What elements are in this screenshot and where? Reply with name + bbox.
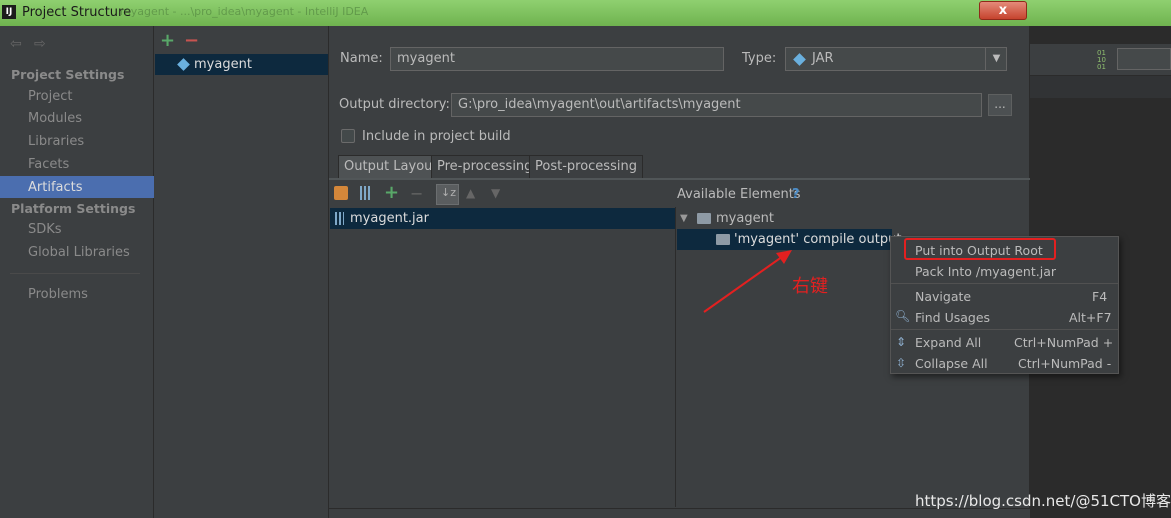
output-directory-label: Output directory:	[339, 97, 450, 112]
type-label: Type:	[742, 51, 777, 66]
available-elements-header: Available Elements	[677, 187, 801, 202]
include-in-build-checkbox[interactable]	[341, 129, 355, 143]
settings-sidebar	[0, 26, 154, 518]
chevron-down-icon[interactable]: ▼	[985, 47, 1007, 71]
output-directory-input[interactable]: G:\pro_idea\myagent\out\artifacts\myagen…	[451, 93, 982, 117]
menu-item-navigate[interactable]: Navigate	[915, 289, 971, 304]
remove-artifact-button[interactable]: −	[184, 30, 199, 51]
artifacts-list-pane	[154, 26, 329, 518]
sort-glyph-icon: ↓z	[441, 186, 456, 199]
output-layout-tree	[329, 207, 676, 507]
tree-item-label: myagent.jar	[350, 211, 429, 226]
available-module-label[interactable]: myagent	[716, 211, 774, 226]
jar-file-icon	[335, 212, 344, 225]
highlight-box	[904, 238, 1056, 260]
sidebar-item-sdks[interactable]: SDKs	[28, 222, 62, 237]
menu-separator	[891, 283, 1118, 284]
close-button[interactable]: x	[979, 1, 1027, 20]
sidebar-item-global-libraries[interactable]: Global Libraries	[28, 245, 130, 260]
create-directory-icon[interactable]	[334, 186, 348, 200]
sidebar-item-problems[interactable]: Problems	[28, 287, 88, 302]
tab-output-layout[interactable]: Output Layout	[338, 155, 444, 178]
expand-triangle-icon[interactable]: ▼	[680, 213, 688, 224]
move-down-icon[interactable]: ▼	[491, 186, 500, 200]
browse-button[interactable]: ...	[988, 94, 1012, 116]
find-usages-icon: 🔍︎	[895, 309, 911, 323]
forward-arrow-icon[interactable]: ⇨	[34, 36, 46, 52]
sidebar-item-facets[interactable]: Facets	[28, 157, 69, 172]
menu-separator	[891, 329, 1118, 330]
artifact-list-item-label: myagent	[194, 57, 252, 72]
project-settings-header: Project Settings	[11, 67, 125, 82]
artifact-name-input[interactable]: myagent	[390, 47, 724, 71]
binary-icon: 01 10 01	[1097, 49, 1106, 71]
include-in-build-label: Include in project build	[362, 129, 511, 144]
menu-item-expand-all[interactable]: Expand All	[915, 335, 981, 350]
background-tab-strip	[1030, 76, 1171, 98]
annotation-arrow	[703, 250, 792, 313]
collapse-all-shortcut: Ctrl+NumPad -	[1018, 356, 1112, 371]
sidebar-divider	[10, 273, 140, 274]
add-element-icon[interactable]: +	[384, 182, 399, 203]
intellij-app-icon: IJ	[2, 5, 16, 19]
menu-item-collapse-all[interactable]: Collapse All	[915, 356, 988, 371]
background-search-field	[1117, 48, 1171, 70]
name-label: Name:	[340, 51, 383, 66]
expand-all-shortcut: Ctrl+NumPad +	[1014, 335, 1114, 350]
tab-underline	[329, 178, 1030, 180]
tab-pre-processing[interactable]: Pre-processing	[431, 155, 539, 178]
window-title: Project Structure	[22, 5, 132, 20]
help-icon[interactable]: ?	[792, 187, 800, 202]
remove-element-icon[interactable]: −	[410, 184, 423, 203]
sidebar-item-libraries[interactable]: Libraries	[28, 134, 84, 149]
move-up-icon[interactable]: ▲	[466, 186, 475, 200]
navigate-shortcut: F4	[1092, 289, 1108, 304]
add-artifact-button[interactable]: +	[160, 30, 175, 51]
expand-all-icon: ⇕	[896, 335, 907, 349]
archive-icon[interactable]	[360, 186, 370, 200]
back-arrow-icon[interactable]: ⇦	[10, 36, 22, 52]
module-folder-icon	[697, 213, 711, 224]
right-click-annotation: 右键	[792, 276, 828, 297]
artifact-type-select[interactable]: JAR	[785, 47, 1007, 71]
collapse-all-icon: ⇳	[896, 356, 907, 370]
find-usages-shortcut: Alt+F7	[1069, 310, 1112, 325]
platform-settings-header: Platform Settings	[11, 201, 136, 216]
menu-item-find-usages[interactable]: Find Usages	[915, 310, 990, 325]
tab-post-processing[interactable]: Post-processing	[529, 155, 643, 178]
background-window-title: myagent - ...\pro_idea\myagent - Intelli…	[120, 5, 369, 18]
menu-item-pack-into[interactable]: Pack Into /myagent.jar	[915, 264, 1056, 279]
watermark: https://blog.csdn.net/@51CTO博客	[915, 492, 1171, 510]
sidebar-item-artifacts[interactable]: Artifacts	[28, 180, 83, 195]
sidebar-item-modules[interactable]: Modules	[28, 111, 82, 126]
sidebar-item-project[interactable]: Project	[28, 89, 72, 104]
